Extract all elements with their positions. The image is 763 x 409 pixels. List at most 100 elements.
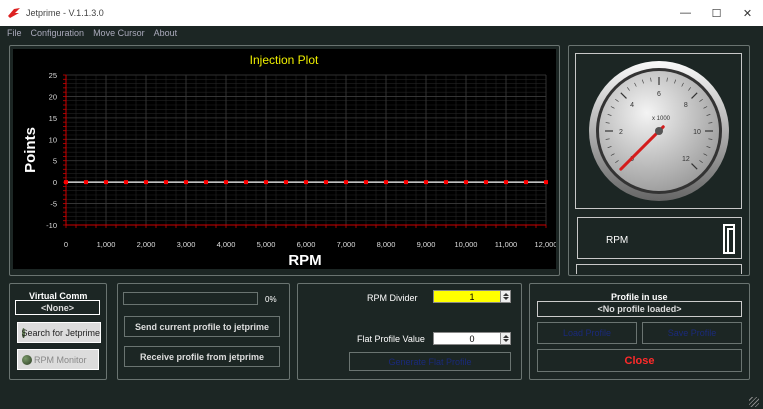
rpm-divider-input[interactable]: 1 — [433, 290, 511, 303]
maximize-icon[interactable]: ☐ — [701, 0, 732, 26]
data-point — [84, 180, 88, 185]
y-tick-label: 10 — [49, 135, 57, 144]
flat-profile-label: Flat Profile Value — [357, 334, 425, 344]
search-jetprime-button[interactable]: Search for Jetprime — [17, 322, 101, 343]
y-tick-label: 20 — [49, 92, 57, 101]
data-point — [424, 180, 428, 185]
gauge-tick-label: 12 — [682, 156, 690, 163]
send-profile-button[interactable]: Send current profile to jetprime — [124, 316, 280, 337]
y-tick-label: -10 — [46, 221, 57, 230]
window-title: Jetprime - V.1.1.3.0 — [26, 8, 104, 18]
injection-plot: Injection Plot RPM Points 0 1,000 2,000 3,000 4… — [13, 49, 557, 269]
menu-bar: File Configuration Move Cursor About — [0, 26, 763, 39]
app-logo-icon — [8, 8, 20, 18]
receive-profile-button[interactable]: Receive profile from jetprime — [124, 346, 280, 367]
data-point — [124, 180, 128, 185]
x-tick-label: 9,000 — [417, 240, 436, 249]
title-bar: Jetprime - V.1.1.3.0 — ☐ ✕ — [0, 0, 763, 26]
status-led-icon — [22, 354, 32, 365]
data-point — [404, 180, 408, 185]
x-axis-label: RPM — [288, 252, 321, 269]
menu-about[interactable]: About — [154, 28, 178, 38]
x-tick-label: 3,000 — [177, 240, 196, 249]
y-tick-label: 15 — [49, 114, 57, 123]
gauge-tick-label: 6 — [657, 91, 661, 98]
rpm-divider-label: RPM Divider — [367, 293, 418, 303]
save-profile-button[interactable]: Save Profile — [642, 322, 742, 344]
data-point — [184, 180, 188, 185]
rpm-readout: RPM — [577, 217, 742, 259]
x-tick-label: 2,000 — [137, 240, 156, 249]
rpm-bar — [576, 264, 742, 274]
rpm-value-digit — [723, 224, 735, 254]
close-window-icon[interactable]: ✕ — [732, 0, 763, 26]
y-tick-label: 5 — [53, 157, 57, 166]
x-tick-label: 6,000 — [297, 240, 316, 249]
x-tick-label: 8,000 — [377, 240, 396, 249]
x-tick-label: 7,000 — [337, 240, 356, 249]
data-point — [304, 180, 308, 185]
data-point — [244, 180, 248, 185]
rpm-monitor-button[interactable]: RPM Monitor — [17, 349, 99, 370]
resize-grip-icon[interactable] — [749, 397, 759, 407]
flat-profile-value: 0 — [469, 333, 475, 344]
data-point — [384, 180, 388, 185]
profile-name: <No profile loaded> — [537, 301, 742, 317]
x-tick-label: 5,000 — [257, 240, 276, 249]
rpm-label: RPM — [606, 235, 629, 246]
data-point — [204, 180, 208, 185]
gauge-unit-label: x 1000 — [652, 116, 671, 122]
x-tick-label: 4,000 — [217, 240, 236, 249]
data-point — [324, 180, 328, 185]
progress-percent: 0% — [265, 295, 277, 304]
data-point — [524, 180, 528, 185]
data-point — [344, 180, 348, 185]
gauge-tick-label: 2 — [619, 129, 623, 136]
data-point — [544, 180, 548, 185]
data-point — [144, 180, 148, 185]
x-tick-label: 12,000 — [535, 240, 556, 249]
data-point — [504, 180, 508, 185]
gauge-svg: 024681012x 1000 — [589, 61, 729, 201]
injection-plot-svg: Injection Plot RPM Points 0 1,000 2,000 3,000 4… — [22, 53, 557, 269]
transfer-progress-bar — [123, 292, 258, 305]
rpm-gauge: 024681012x 1000 — [575, 53, 742, 209]
data-point — [464, 180, 468, 185]
close-button[interactable]: Close — [537, 349, 742, 372]
x-tick-label: 10,000 — [455, 240, 478, 249]
x-tick-label: 1,000 — [97, 240, 116, 249]
menu-move-cursor[interactable]: Move Cursor — [93, 28, 145, 38]
generate-flat-profile-button[interactable]: Generate Flat Profile — [349, 352, 511, 371]
y-tick-label: 0 — [53, 178, 57, 187]
load-profile-button[interactable]: Load Profile — [537, 322, 637, 344]
data-point — [64, 180, 68, 185]
gauge-hub — [655, 127, 663, 135]
gauge-tick-label: 4 — [630, 102, 634, 109]
data-point — [364, 180, 368, 185]
y-axis-label: Points — [22, 127, 39, 173]
gauge-tick-label: 8 — [684, 102, 688, 109]
chart-title: Injection Plot — [250, 53, 319, 67]
data-point — [164, 180, 168, 185]
y-tick-label: 25 — [49, 71, 57, 80]
data-point — [284, 180, 288, 185]
gauge-tick-label: 10 — [693, 129, 701, 136]
spin-arrows-icon[interactable] — [500, 291, 510, 302]
data-point — [104, 180, 108, 185]
flat-profile-input[interactable]: 0 — [433, 332, 511, 345]
data-point — [484, 180, 488, 185]
x-tick-label: 11,000 — [495, 240, 517, 249]
data-point — [264, 180, 268, 185]
menu-file[interactable]: File — [7, 28, 22, 38]
spin-arrows-icon[interactable] — [500, 333, 510, 344]
rpm-monitor-label: RPM Monitor — [34, 354, 87, 365]
search-jetprime-label: Search for Jetprime — [21, 327, 100, 338]
x-tick-label: 0 — [64, 240, 68, 249]
minimize-icon[interactable]: — — [670, 0, 701, 26]
data-point — [444, 180, 448, 185]
y-tick-label: -5 — [50, 200, 57, 209]
comm-port-select[interactable]: <None> — [15, 300, 100, 315]
menu-configuration[interactable]: Configuration — [31, 28, 85, 38]
rpm-divider-value: 1 — [469, 291, 475, 302]
data-point — [224, 180, 228, 185]
